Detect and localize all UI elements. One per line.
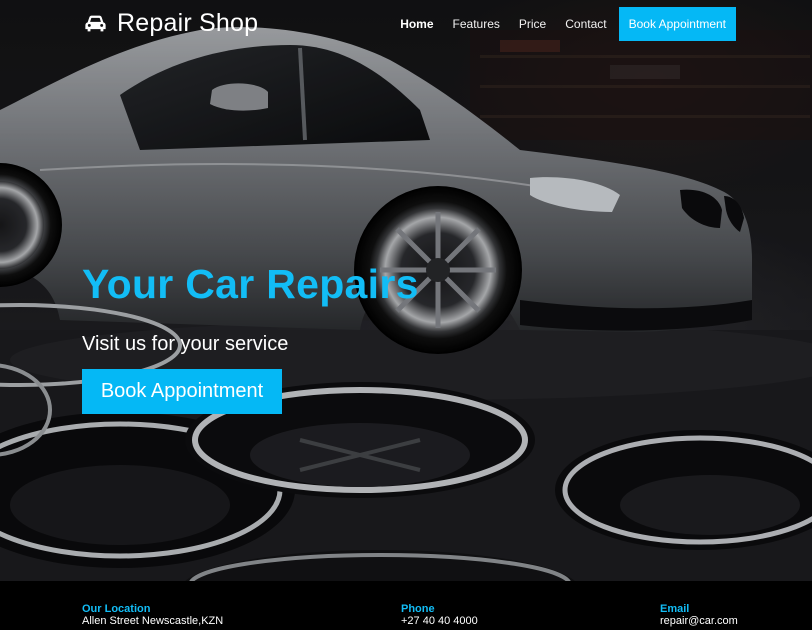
nav-link-contact[interactable]: Contact — [565, 7, 606, 41]
brand-name: Repair Shop — [117, 9, 259, 37]
location-label: Our Location — [82, 603, 151, 615]
hero-subtitle: Visit us for your service — [82, 333, 289, 355]
phone-label: Phone — [401, 603, 435, 615]
location-info: Our Location Allen Street Newscastle,KZN — [82, 603, 223, 627]
contact-info-bar: Our Location Allen Street Newscastle,KZN… — [0, 581, 812, 630]
nav-link-home[interactable]: Home — [400, 7, 433, 41]
nav-book-appointment-button[interactable]: Book Appointment — [618, 7, 736, 41]
email-value[interactable]: repair@car.com — [660, 615, 738, 627]
nav-link-features[interactable]: Features — [453, 7, 500, 41]
location-value: Allen Street Newscastle,KZN — [82, 615, 224, 627]
hero-title: Your Car Repairs — [82, 261, 419, 307]
nav-link-price[interactable]: Price — [519, 7, 546, 41]
brand-logo[interactable]: Repair Shop — [82, 7, 258, 39]
email-info: Email repair@car.com — [660, 603, 738, 627]
car-icon — [85, 15, 106, 31]
hero-book-appointment-button[interactable]: Book Appointment — [82, 369, 282, 414]
phone-info: Phone +27 40 40 4000 — [401, 603, 478, 627]
hero-section: Repair Shop Home Features Price Contact … — [0, 0, 812, 581]
email-label: Email — [660, 603, 690, 615]
main-nav: Home Features Price Contact Book Appoint… — [400, 7, 736, 41]
phone-value[interactable]: +27 40 40 4000 — [401, 615, 478, 627]
